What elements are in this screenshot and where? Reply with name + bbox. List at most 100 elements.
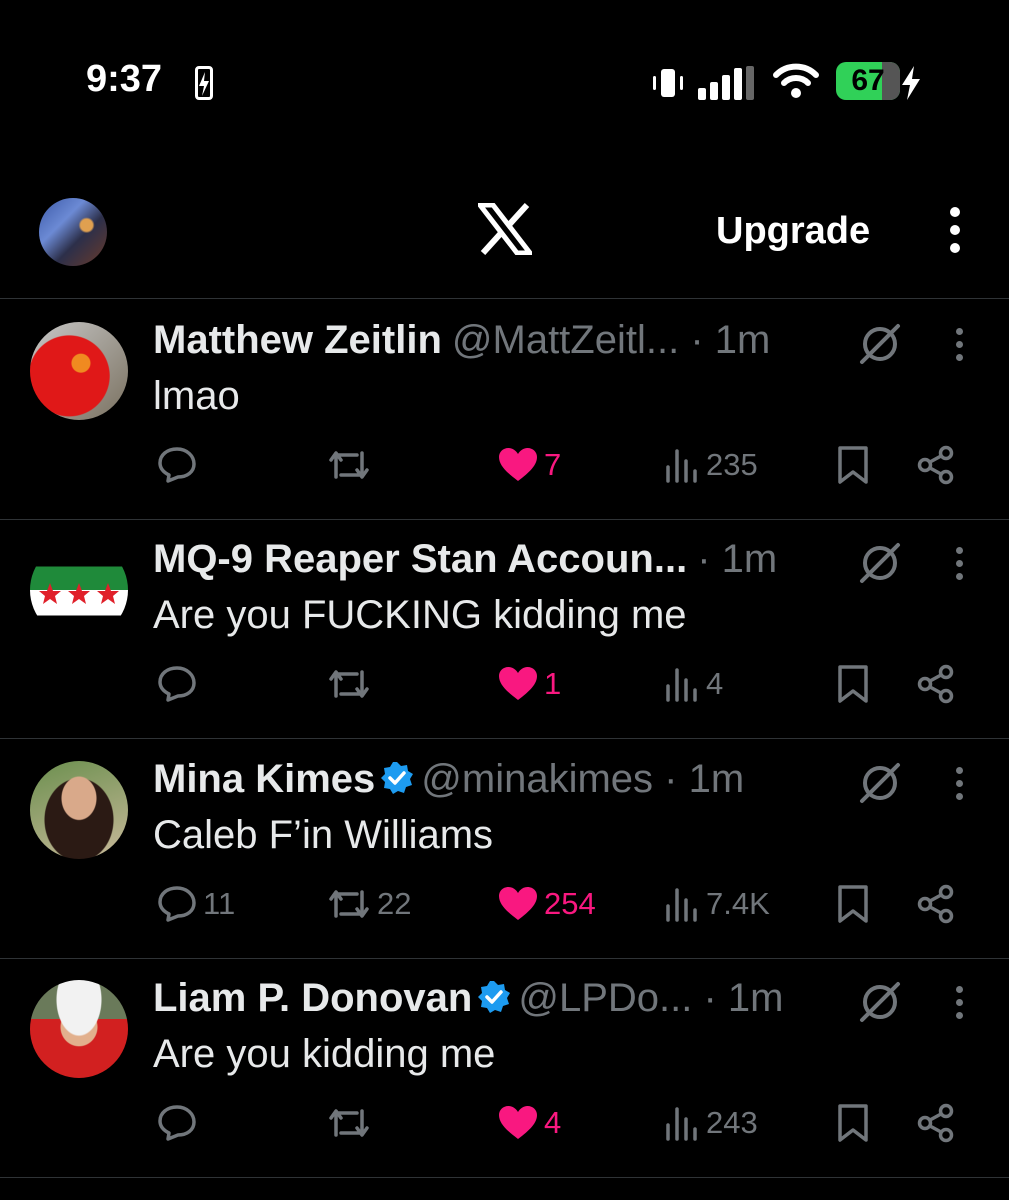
tweet-actions: 11 22 254 7.4K: [0, 879, 1009, 929]
views-count: 243: [706, 1105, 758, 1140]
reply-button[interactable]: [157, 1098, 197, 1148]
bookmark-button[interactable]: [836, 1098, 870, 1148]
bookmark-button[interactable]: [836, 440, 870, 490]
bookmark-button[interactable]: [836, 879, 870, 929]
like-button[interactable]: 4: [498, 1098, 561, 1148]
reply-button[interactable]: [157, 440, 197, 490]
grok-icon[interactable]: [858, 980, 902, 1024]
views-count: 235: [706, 447, 758, 482]
share-button[interactable]: [917, 440, 955, 490]
separator: ·: [690, 318, 715, 362]
timestamp: 1m: [721, 537, 778, 581]
reply-button[interactable]: [157, 659, 197, 709]
heart-icon: [499, 448, 537, 481]
author-name[interactable]: Mina Kimes: [153, 757, 375, 801]
status-bar: 9:37 67: [0, 0, 1009, 165]
vibrate-icon: [653, 69, 683, 97]
repost-button[interactable]: 22: [327, 879, 411, 929]
views-count: 4: [706, 666, 724, 701]
tweet-more-icon[interactable]: [954, 767, 964, 806]
share-button[interactable]: [917, 879, 955, 929]
heart-icon: [499, 1106, 537, 1139]
tweet-more-icon[interactable]: [954, 328, 964, 367]
reply-icon: [158, 886, 196, 922]
grok-icon[interactable]: [858, 322, 902, 366]
upgrade-button[interactable]: Upgrade: [716, 210, 870, 253]
repost-icon: [329, 670, 369, 698]
reply-icon: [158, 1105, 196, 1141]
tweet-1[interactable]: Matthew Zeitlin @MattZeitl... · 1m lmao 7: [0, 300, 1009, 520]
avatar[interactable]: [30, 980, 128, 1078]
tweet-3[interactable]: Mina Kimes @minakimes · 1m Caleb F’in Wil…: [0, 739, 1009, 959]
app-header: Upgrade: [0, 185, 1009, 299]
tweet-2[interactable]: MQ-9 Reaper Stan Accoun... · 1m Are you F…: [0, 519, 1009, 739]
like-count: 254: [544, 886, 596, 921]
separator: ·: [664, 757, 689, 801]
views-button[interactable]: 235: [664, 440, 758, 490]
avatar[interactable]: [30, 761, 128, 859]
views-icon: [666, 449, 697, 483]
low-power-icon: [195, 66, 213, 100]
share-icon: [917, 445, 954, 485]
author-handle: @LPDo...: [518, 976, 704, 1020]
x-logo-icon[interactable]: [478, 203, 532, 255]
author-handle: @minakimes: [421, 757, 665, 801]
avatar[interactable]: [30, 541, 128, 639]
cellular-signal-icon: [698, 66, 754, 100]
repost-count: 22: [377, 886, 412, 921]
views-button[interactable]: 4: [664, 659, 723, 709]
like-button[interactable]: 254: [498, 879, 596, 929]
bookmark-icon: [838, 885, 868, 923]
timestamp: 1m: [727, 976, 784, 1020]
like-button[interactable]: 7: [498, 440, 561, 490]
tweet-actions: 4 243: [0, 1098, 1009, 1148]
repost-icon: [329, 451, 369, 479]
profile-avatar[interactable]: [39, 198, 107, 266]
tweet-4[interactable]: Liam P. Donovan @LPDo... · 1m Are you kid…: [0, 958, 1009, 1178]
charging-icon: [902, 66, 920, 100]
tweet-text: Are you FUCKING kidding me: [153, 593, 687, 637]
tweet-text: Caleb F’in Williams: [153, 813, 494, 857]
repost-button[interactable]: [327, 440, 371, 490]
battery-level: 67: [851, 64, 885, 97]
views-button[interactable]: 7.4K: [664, 879, 770, 929]
wifi-icon: [773, 63, 819, 98]
share-button[interactable]: [917, 659, 955, 709]
like-button[interactable]: 1: [498, 659, 561, 709]
like-count: 1: [544, 666, 562, 701]
separator: ·: [703, 976, 728, 1020]
tweet-actions: 7 235: [0, 440, 1009, 490]
separator: ·: [697, 537, 722, 581]
views-icon: [666, 888, 697, 922]
repost-button[interactable]: [327, 659, 371, 709]
tweet-header: Liam P. Donovan @LPDo... · 1m: [153, 974, 783, 1026]
share-icon: [917, 1103, 954, 1143]
grok-icon[interactable]: [858, 541, 902, 585]
tweet-more-icon[interactable]: [954, 547, 964, 586]
reply-button[interactable]: 11: [157, 879, 235, 929]
verified-badge-icon: [379, 759, 415, 807]
author-name[interactable]: Liam P. Donovan: [153, 976, 472, 1020]
views-icon: [666, 668, 697, 702]
tweet-header: Mina Kimes @minakimes · 1m: [153, 755, 744, 807]
author-name[interactable]: Matthew Zeitlin: [153, 318, 442, 362]
tweet-actions: 1 4: [0, 659, 1009, 709]
tweet-more-icon[interactable]: [954, 986, 964, 1025]
share-button[interactable]: [917, 1098, 955, 1148]
tweet-text: Are you kidding me: [153, 1032, 496, 1076]
like-count: 7: [544, 447, 562, 482]
author-name[interactable]: MQ-9 Reaper Stan Accoun...: [153, 537, 687, 581]
more-options-icon[interactable]: [945, 207, 965, 255]
views-button[interactable]: 243: [664, 1098, 758, 1148]
tweet-header: MQ-9 Reaper Stan Accoun... · 1m: [153, 535, 777, 583]
share-icon: [917, 884, 954, 924]
like-count: 4: [544, 1105, 562, 1140]
repost-button[interactable]: [327, 1098, 371, 1148]
bookmark-button[interactable]: [836, 659, 870, 709]
avatar[interactable]: [30, 322, 128, 420]
share-icon: [917, 664, 954, 704]
repost-icon: [329, 890, 369, 918]
author-handle: @MattZeitl...: [451, 318, 691, 362]
heart-icon: [499, 667, 537, 700]
grok-icon[interactable]: [858, 761, 902, 805]
